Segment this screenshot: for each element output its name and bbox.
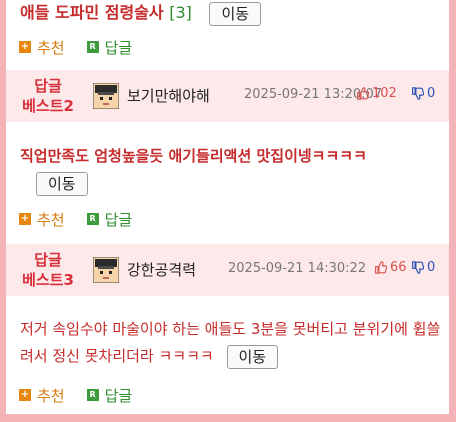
best-badge-line1: 답글 [34,251,62,269]
comment-text: 직업만족도 엄청높을듯 애기들리액션 맛집이넹ㅋㅋㅋㅋ [20,147,367,165]
thumbs-down-icon [412,261,424,274]
recommend-label: 추천 [37,386,65,405]
plus-icon: + [19,389,31,401]
action-row: + 추천 R 답글 [19,385,154,405]
recommend-label: 추천 [37,210,65,229]
comment-panel: 애들 도파민 점령술사 [3] 이동 + 추천 R 답글 답글 베스트2 보기만… [6,0,449,414]
move-button[interactable]: 이동 [209,1,262,26]
best-badge-line2: 베스트2 [22,97,74,115]
comment-body: 저거 속임수야 마술이야 하는 애들도 3분을 못버티고 분위기에 휩쓸려서 정… [20,316,444,370]
reply-icon: R [86,213,99,225]
best-badge: 답글 베스트3 [6,250,90,290]
move-button[interactable]: 이동 [36,171,88,196]
like-button[interactable]: 102 [356,86,397,101]
thumbs-down-icon [412,87,424,100]
avatar[interactable] [93,83,119,109]
dislike-count: 0 [427,86,436,101]
recommend-label: 추천 [37,38,65,57]
post-title[interactable]: 애들 도파민 점령술사 [20,3,164,22]
comment-body: 직업만족도 엄청높을듯 애기들리액션 맛집이넹ㅋㅋㅋㅋ 이동 [20,143,440,197]
recommend-button[interactable]: + 추천 [19,209,65,230]
reply-button[interactable]: R 답글 [86,209,133,230]
thumbs-up-icon [375,261,387,274]
move-row: 이동 [36,170,440,197]
best-comment-header: 답글 베스트3 강한공격력 2025-09-21 14:30:22 66 0 [6,244,449,296]
best-badge-line2: 베스트3 [22,271,74,289]
dislike-button[interactable]: 0 [411,86,435,101]
comment-count: [3] [169,3,192,22]
dislike-button[interactable]: 0 [411,260,435,275]
best-badge-line1: 답글 [34,77,62,95]
reply-label: 답글 [104,38,133,57]
plus-icon: + [19,213,31,225]
thumbs-up-icon [357,87,369,100]
like-button[interactable]: 66 [374,260,407,275]
nickname[interactable]: 강한공격력 [127,259,196,280]
reply-label: 답글 [104,386,133,405]
reply-icon: R [86,389,99,401]
recommend-button[interactable]: + 추천 [19,37,65,58]
action-row: + 추천 R 답글 [19,37,154,57]
best-comment-header: 답글 베스트2 보기만해야해 2025-09-21 13:20:07 102 0 [6,70,449,122]
reply-button[interactable]: R 답글 [86,37,133,58]
timestamp: 2025-09-21 14:30:22 [228,261,367,276]
nickname[interactable]: 보기만해야해 [127,85,210,106]
recommend-button[interactable]: + 추천 [19,385,65,406]
move-button[interactable]: 이동 [226,344,279,369]
action-row: + 추천 R 답글 [19,209,154,229]
avatar[interactable] [93,257,119,283]
reply-label: 답글 [104,210,133,229]
best-badge: 답글 베스트2 [6,76,90,116]
plus-icon: + [19,41,31,53]
like-count: 66 [390,260,407,275]
like-count: 102 [372,86,397,101]
reply-icon: R [86,41,99,53]
reply-button[interactable]: R 답글 [86,385,133,406]
post-title-row: 애들 도파민 점령술사 [3] 이동 [20,0,262,26]
dislike-count: 0 [427,260,436,275]
